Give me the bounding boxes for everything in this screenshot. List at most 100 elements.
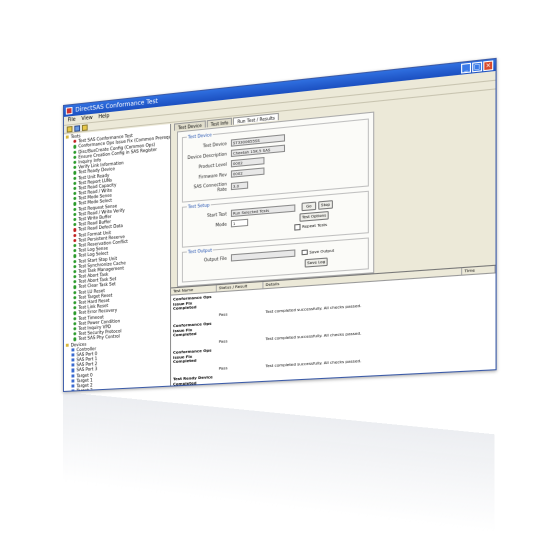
status-icon — [73, 233, 77, 237]
output-file-field[interactable] — [230, 249, 296, 262]
log-cell-status — [217, 373, 264, 385]
field-label: Test Device — [202, 140, 227, 149]
mode-label: Mode — [215, 221, 227, 228]
tree-item-label: Target 3 — [76, 387, 93, 391]
group-setup-title: Test Setup — [186, 202, 211, 210]
menu-help[interactable]: Help — [98, 112, 109, 121]
close-button[interactable]: × — [483, 60, 494, 72]
log-cell-status: Pass — [218, 364, 228, 371]
field-value: Cheetah 15K.5 SAS — [230, 144, 286, 158]
app-icon — [65, 106, 73, 115]
field-label: SAS Connection Rate — [193, 181, 227, 193]
status-icon — [73, 181, 77, 185]
field-value: 3.0 — [230, 180, 249, 190]
device-icon — [71, 353, 75, 357]
status-icon — [73, 228, 77, 232]
output-label: Output File — [203, 255, 227, 263]
stop-button[interactable]: Stop — [318, 200, 333, 210]
status-icon — [73, 301, 77, 305]
field-label: Device Description — [187, 151, 227, 161]
setup-label: Start Test — [206, 210, 227, 218]
status-icon — [73, 249, 77, 253]
status-icon — [73, 332, 77, 336]
test-tree[interactable]: Tests Test SAS Conformance Test Conformanc… — [63, 123, 172, 391]
status-icon — [73, 285, 77, 289]
stage: DirectSAS Conformance Test _ □ × File Vi… — [0, 0, 550, 550]
window-reflection — [63, 392, 495, 533]
log-cell-status — [217, 291, 264, 308]
status-icon — [73, 321, 77, 326]
maximize-button[interactable]: □ — [472, 61, 483, 73]
device-icon — [71, 363, 75, 367]
log-cell-status — [217, 346, 264, 363]
save-log-button[interactable]: Save Log — [304, 257, 328, 268]
device-icon — [71, 389, 75, 391]
status-icon — [73, 327, 77, 331]
status-icon — [73, 160, 77, 165]
log-cell-name: Test Ready Device Completed — [173, 374, 213, 386]
field-value: 0002 — [230, 167, 265, 178]
field-label: Product Level — [198, 161, 227, 170]
status-icon — [73, 202, 77, 206]
log-cell-name — [171, 366, 217, 373]
status-icon — [73, 217, 77, 222]
status-icon — [73, 306, 77, 310]
log-cell-name: Conformance Ops Issue Fix Completed — [173, 320, 212, 338]
status-icon — [73, 212, 77, 217]
status-icon — [73, 155, 77, 159]
group-device-title: Test Device — [186, 131, 213, 140]
minimize-button[interactable]: _ — [461, 62, 472, 74]
open-icon[interactable] — [66, 126, 73, 133]
app-window: DirectSAS Conformance Test _ □ × File Vi… — [63, 57, 497, 392]
status-icon — [73, 264, 77, 269]
status-icon — [73, 145, 77, 149]
status-icon — [73, 171, 77, 175]
status-icon — [73, 165, 77, 170]
go-button[interactable]: Go — [301, 201, 317, 212]
test-options-button[interactable]: Test Options — [299, 211, 329, 222]
status-icon — [73, 238, 77, 243]
device-icon — [71, 374, 75, 378]
log-cell-name: Conformance Ops Issue Fix Completed — [173, 347, 212, 364]
save-output-label: Save Output — [309, 247, 335, 255]
status-icon — [73, 223, 77, 227]
status-icon — [73, 150, 77, 154]
run-icon[interactable] — [81, 124, 88, 132]
device-icon — [71, 368, 75, 373]
group-output-title: Test Output — [186, 247, 213, 255]
status-icon — [73, 259, 77, 263]
group-device: Test Device Test Device ST3300655SS Devic… — [181, 118, 369, 203]
log-cell-status — [217, 318, 264, 335]
status-icon — [73, 337, 77, 341]
save-icon[interactable] — [74, 125, 81, 132]
field-value: 0002 — [230, 156, 265, 168]
status-icon — [73, 290, 77, 295]
repeat-label: Repeat Tests — [302, 221, 328, 230]
log-cell-name: Conformance Ops Issue Fix Completed — [173, 293, 212, 311]
mode-select[interactable]: 1 — [230, 218, 249, 227]
device-icon — [71, 348, 75, 352]
status-icon — [73, 176, 77, 180]
status-icon — [73, 254, 77, 258]
status-icon — [73, 275, 77, 279]
test-form: Test Device Test Device ST3300655SS Devic… — [176, 111, 375, 288]
folder-icon — [65, 343, 69, 347]
status-icon — [73, 269, 77, 274]
status-icon — [73, 280, 77, 284]
repeat-checkbox[interactable]: Repeat Tests — [294, 221, 328, 231]
status-icon — [73, 207, 77, 211]
status-icon — [73, 197, 77, 201]
device-icon — [71, 384, 75, 388]
status-icon — [73, 186, 77, 191]
status-icon — [73, 311, 77, 315]
menu-view[interactable]: View — [81, 114, 92, 123]
save-output-checkbox[interactable]: Save Output — [301, 247, 335, 256]
device-icon — [71, 358, 75, 362]
field-label: Firmware Rev — [198, 171, 227, 180]
right-pane: Test Device Test Info Run Test / Results… — [171, 91, 496, 386]
status-icon — [73, 243, 77, 248]
status-icon — [73, 316, 77, 321]
menu-file[interactable]: File — [68, 116, 76, 125]
device-icon — [71, 379, 75, 383]
folder-icon — [65, 135, 69, 139]
